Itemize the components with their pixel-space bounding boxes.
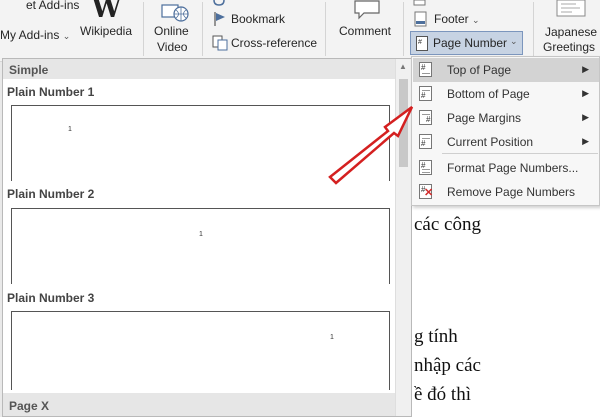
annotation-arrow: [328, 105, 414, 185]
